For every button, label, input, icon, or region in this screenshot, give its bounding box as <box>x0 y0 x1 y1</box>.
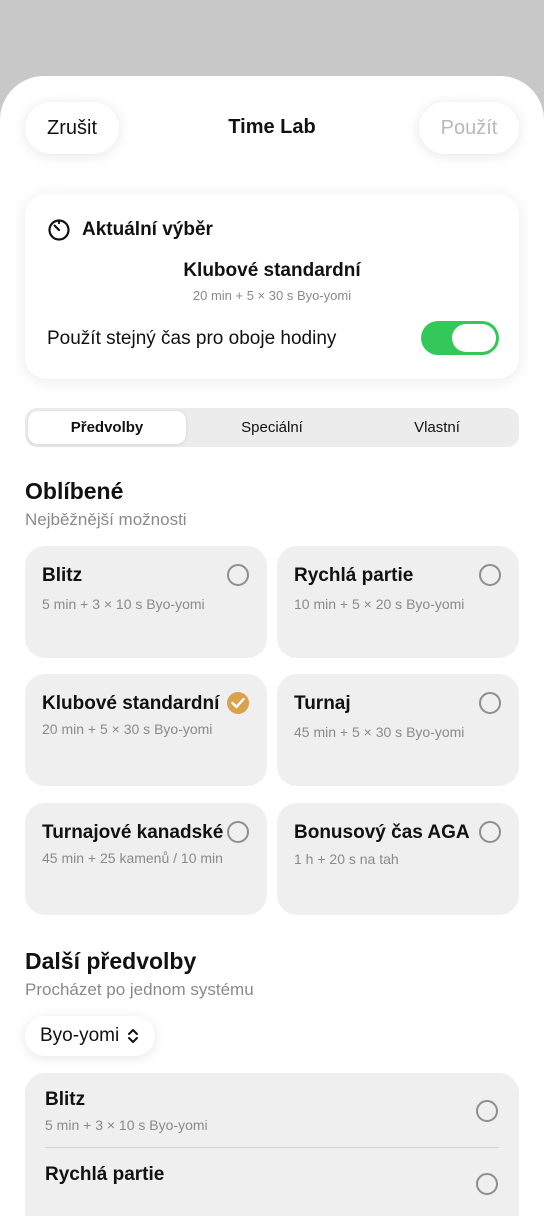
list-item-name[interactable]: Blitz <box>45 1089 85 1111</box>
preset-card[interactable]: Turnaj 45 min + 5 × 30 s Byo-yomi <box>277 674 519 786</box>
preset-detail: 45 min + 25 kamenů / 10 min <box>42 850 223 866</box>
preset-name: Rychlá partie <box>294 565 414 586</box>
tab-presets[interactable]: Předvolby <box>28 411 186 444</box>
current-preset-detail: 20 min + 5 × 30 s Byo-yomi <box>192 288 352 303</box>
checkmark-icon[interactable] <box>227 692 249 714</box>
current-selection-card: Aktuální výběr Klubové standardní 20 min… <box>25 194 519 379</box>
preset-card[interactable]: Rychlá partie 10 min + 5 × 20 s Byo-yomi <box>277 546 519 658</box>
radio-icon[interactable] <box>476 1173 498 1195</box>
chevron-up-down-icon <box>128 1029 139 1043</box>
radio-icon[interactable] <box>227 564 249 586</box>
list-divider <box>45 1147 499 1148</box>
preset-name: Klubové standardní <box>42 693 220 714</box>
radio-icon[interactable] <box>476 1100 498 1122</box>
apply-button[interactable]: Použít <box>419 102 519 154</box>
radio-icon[interactable] <box>479 692 501 714</box>
favorites-title: Oblíbené <box>25 478 124 504</box>
tab-custom[interactable]: Vlastní <box>358 411 516 444</box>
preset-card-selected[interactable]: Klubové standardní 20 min + 5 × 30 s Byo… <box>25 674 267 786</box>
more-presets-title: Další předvolby <box>25 948 197 974</box>
preset-card[interactable]: Blitz 5 min + 3 × 10 s Byo-yomi <box>25 546 267 658</box>
preset-name: Blitz <box>42 565 83 586</box>
preset-name: Turnaj <box>294 693 351 714</box>
favorites-subtitle: Nejběžnější možnosti <box>25 510 187 529</box>
preset-card[interactable]: Turnajové kanadské 45 min + 25 kamenů / … <box>25 803 267 915</box>
preset-detail: 1 h + 20 s na tah <box>294 851 399 867</box>
current-selection-heading: Aktuální výběr <box>82 219 213 240</box>
radio-icon[interactable] <box>479 564 501 586</box>
preset-name: Bonusový čas AGA <box>294 822 470 843</box>
toggle-knob <box>452 324 496 352</box>
system-dropdown[interactable]: Byo-yomi <box>25 1016 156 1056</box>
radio-icon[interactable] <box>479 821 501 843</box>
list-item-detail: 5 min + 3 × 10 s Byo-yomi <box>45 1117 208 1133</box>
system-dropdown-value: Byo-yomi <box>40 1025 120 1046</box>
time-lab-sheet: Zrušit Time Lab Použít Aktuální výběr Kl… <box>0 76 544 1216</box>
preset-card[interactable]: Bonusový čas AGA 1 h + 20 s na tah <box>277 803 519 915</box>
preset-detail: 45 min + 5 × 30 s Byo-yomi <box>294 724 465 740</box>
radio-icon[interactable] <box>227 821 249 843</box>
preset-list: Blitz 5 min + 3 × 10 s Byo-yomi Rychlá p… <box>25 1073 519 1216</box>
preset-detail: 20 min + 5 × 30 s Byo-yomi <box>42 721 213 737</box>
more-presets-subtitle: Procházet po jednom systému <box>25 980 254 999</box>
preset-name: Turnajové kanadské <box>42 822 224 843</box>
tab-special[interactable]: Speciální <box>193 411 351 444</box>
preset-detail: 10 min + 5 × 20 s Byo-yomi <box>294 596 465 612</box>
preset-detail: 5 min + 3 × 10 s Byo-yomi <box>42 596 205 612</box>
mode-segmented-control: Předvolby Speciální Vlastní <box>25 408 519 447</box>
same-time-label: Použít stejný čas pro oboje hodiny <box>47 328 337 349</box>
same-time-toggle[interactable] <box>421 321 499 355</box>
current-selection-header: Aktuální výběr <box>47 218 213 242</box>
list-item-name[interactable]: Rychlá partie <box>45 1164 164 1186</box>
current-preset-name: Klubové standardní <box>183 260 361 281</box>
timer-icon <box>48 219 70 241</box>
